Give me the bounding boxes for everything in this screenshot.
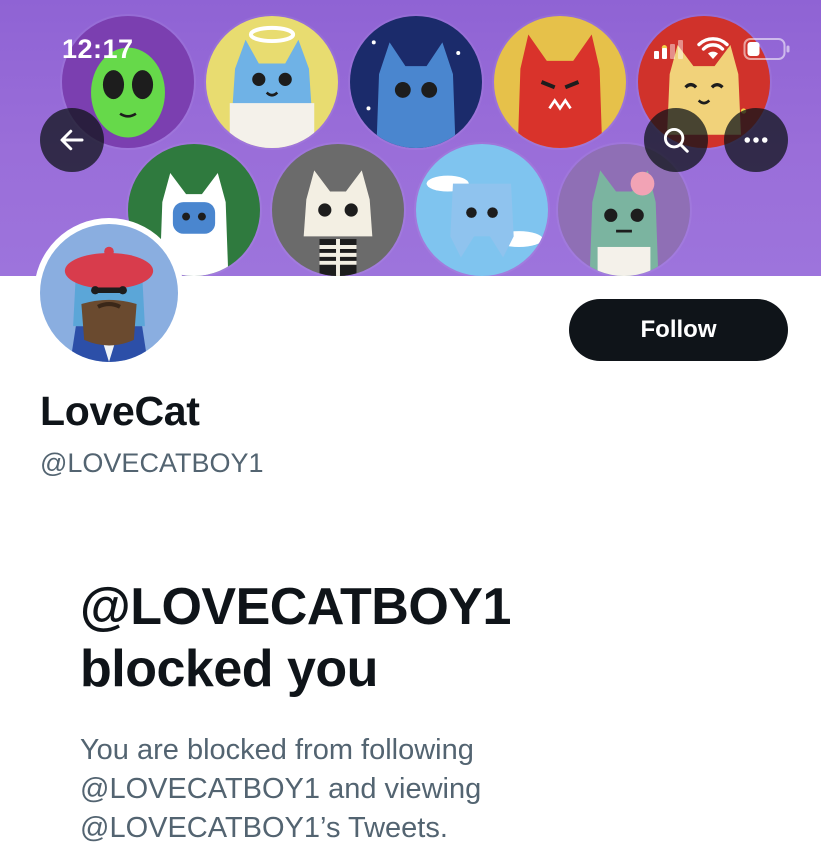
more-horizontal-icon	[744, 137, 768, 143]
avatar-image	[40, 224, 178, 362]
profile-avatar[interactable]	[34, 218, 184, 368]
blocked-title: @LOVECATBOY1 blocked you	[80, 576, 800, 700]
arrow-left-icon	[60, 129, 84, 151]
blocked-desc-line-3: @LOVECATBOY1’s Tweets.	[80, 812, 448, 844]
battery-icon	[743, 38, 790, 60]
signal-icon	[654, 39, 683, 59]
blocked-desc-line-2: @LOVECATBOY1 and viewing	[80, 773, 482, 805]
profile-display-name: LoveCat	[40, 388, 200, 434]
search-button[interactable]	[644, 108, 708, 172]
blocked-title-line-2: blocked you	[80, 640, 378, 698]
banner-cat-sky	[416, 144, 548, 276]
status-time: 12:17	[62, 34, 134, 64]
follow-button[interactable]: Follow	[569, 299, 788, 361]
profile-handle: @LOVECATBOY1	[40, 448, 264, 478]
blocked-desc-line-1: You are blocked from following	[80, 734, 474, 766]
more-button[interactable]	[724, 108, 788, 172]
blocked-title-line-1: @LOVECATBOY1	[80, 578, 511, 636]
banner-cat-skeleton	[272, 144, 404, 276]
status-icons	[654, 36, 791, 62]
wifi-icon	[697, 37, 729, 59]
blocked-description: You are blocked from following @LOVECATB…	[80, 731, 640, 848]
search-icon	[663, 127, 689, 153]
back-button[interactable]	[40, 108, 104, 172]
status-bar: 12:17	[0, 0, 821, 90]
